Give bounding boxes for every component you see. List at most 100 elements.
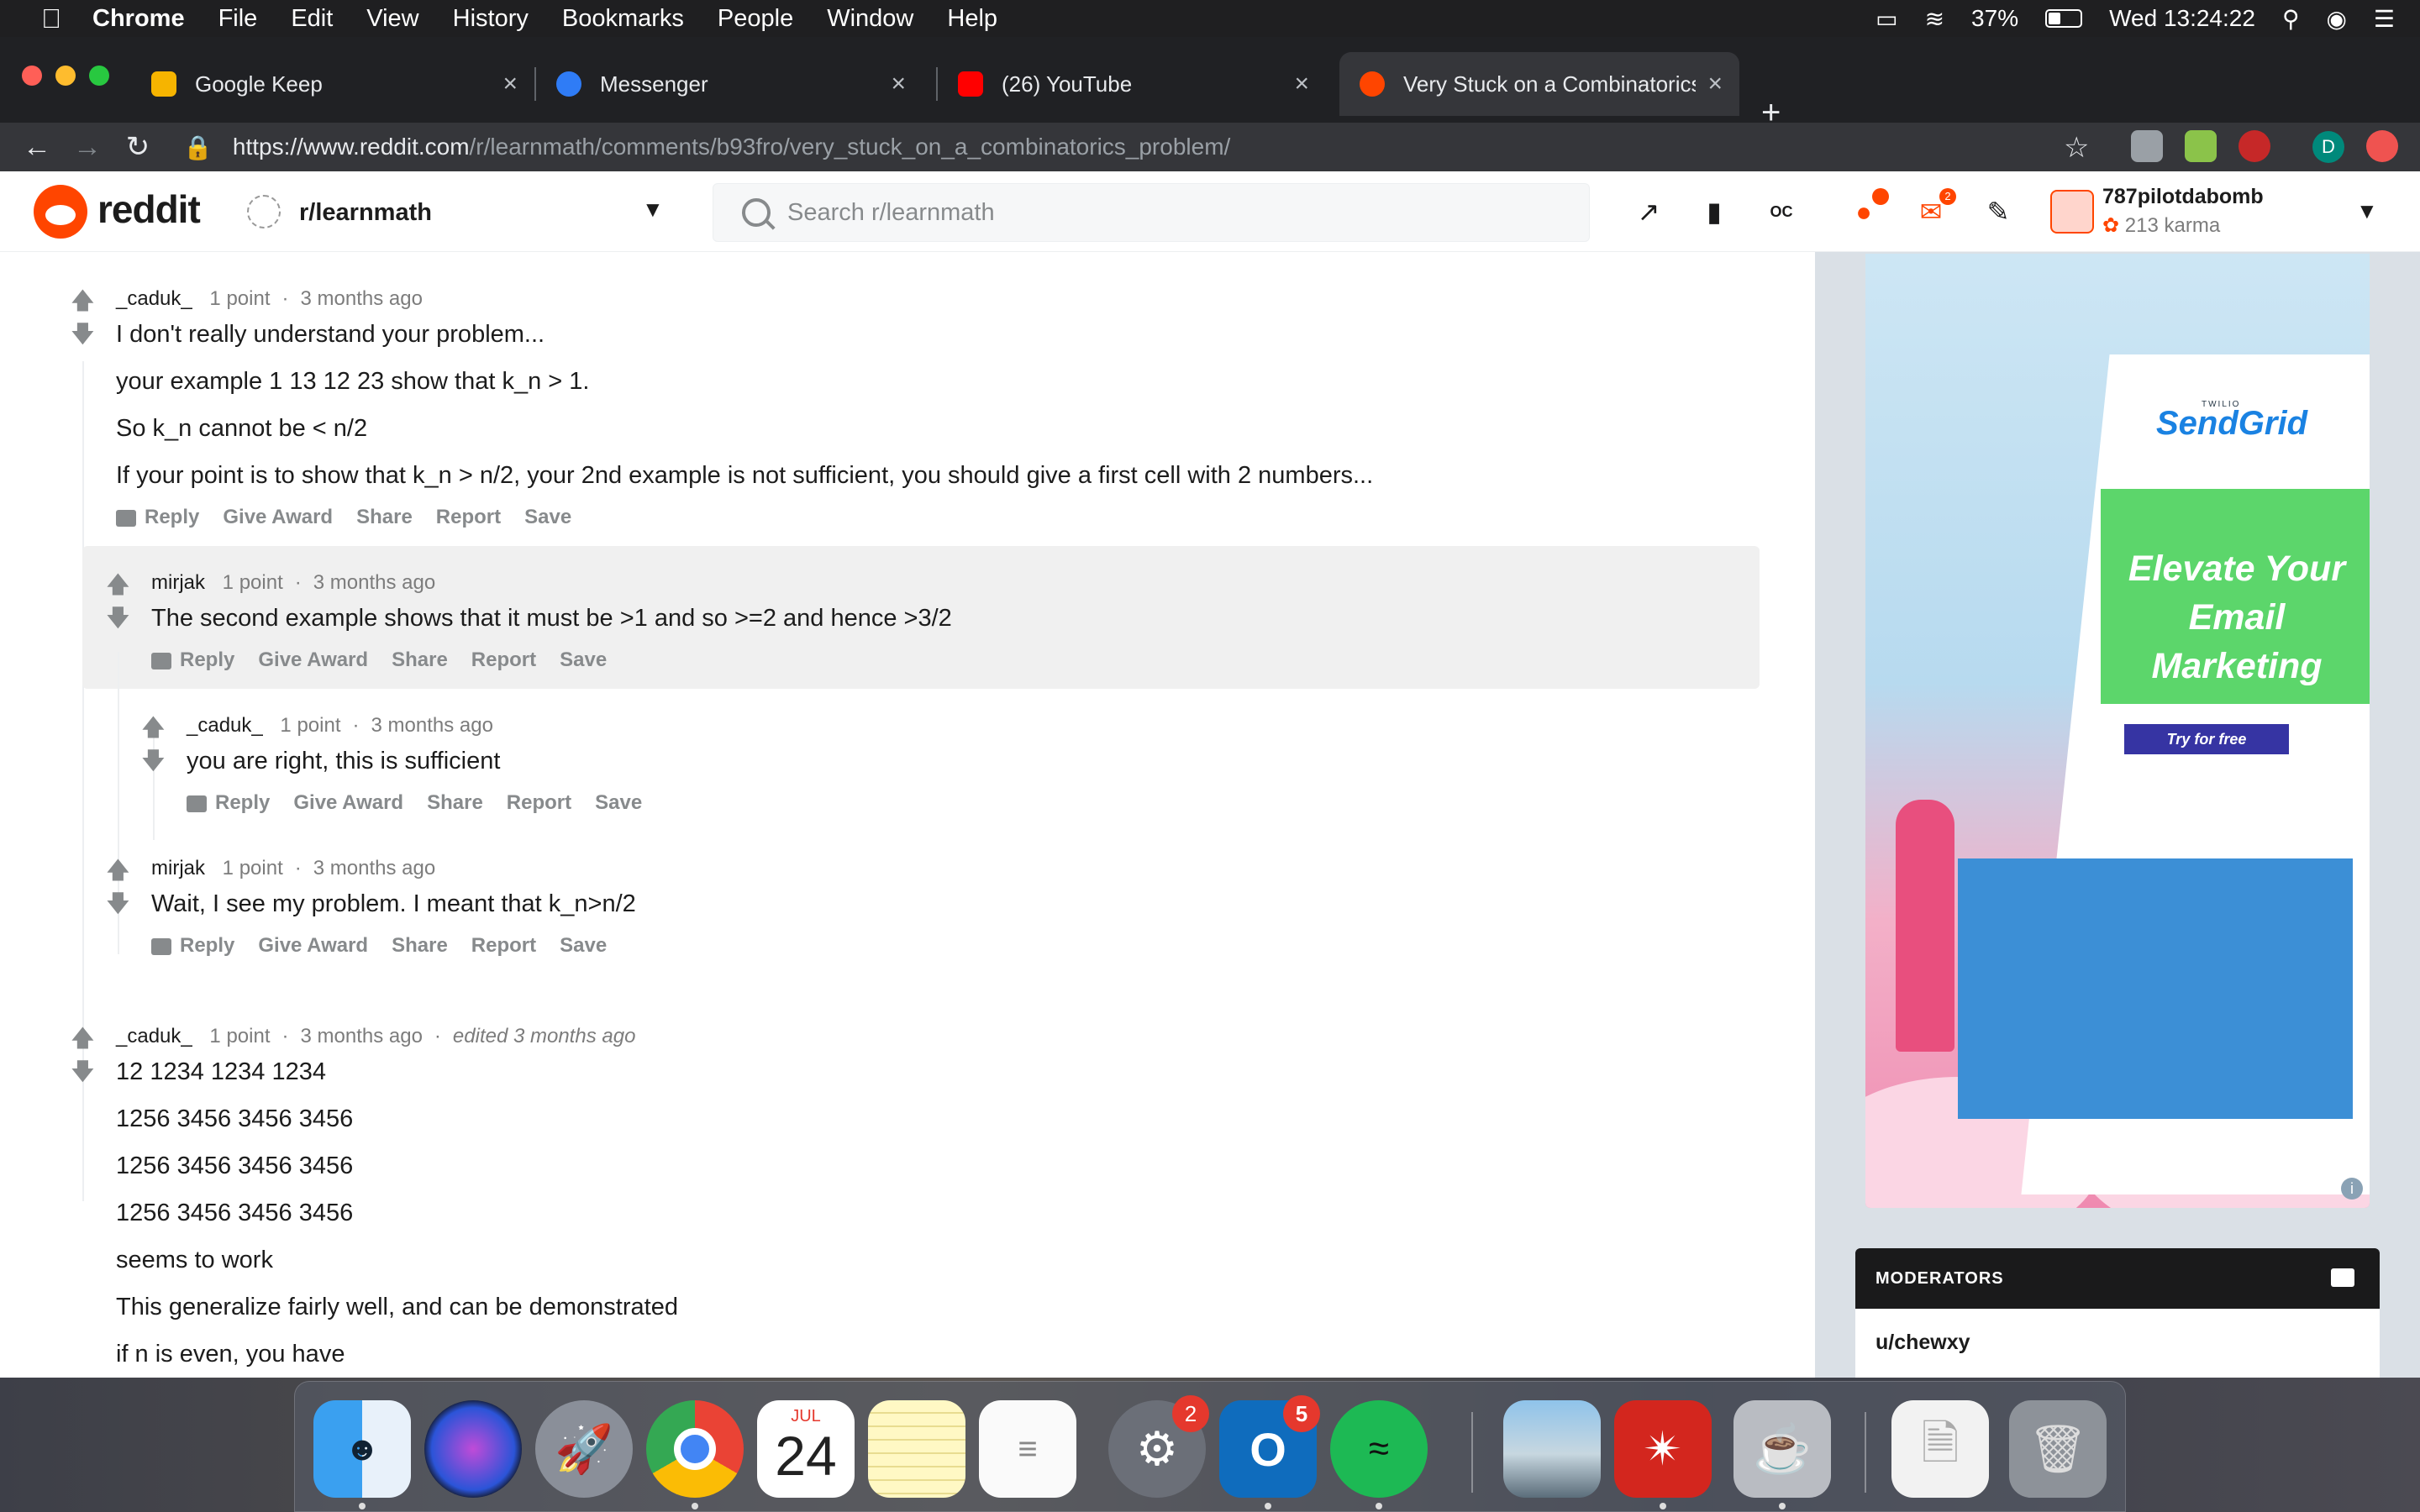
finder-icon[interactable]: ☻	[313, 1400, 411, 1498]
lock-icon[interactable]: 🔒	[183, 134, 213, 161]
tab-google-keep[interactable]: Google Keep ×	[131, 52, 534, 116]
siri-icon[interactable]	[424, 1400, 522, 1498]
menu-file[interactable]: File	[218, 5, 258, 33]
comment-author[interactable]: _caduk_	[116, 287, 192, 310]
menu-edit[interactable]: Edit	[291, 5, 333, 33]
wifi-icon[interactable]: ≋	[1925, 5, 1944, 33]
menu-view[interactable]: View	[366, 5, 418, 33]
profile-avatar-icon[interactable]: D	[2312, 131, 2344, 163]
leaderboard-icon[interactable]: ▮	[1696, 193, 1733, 230]
share-button[interactable]: Share	[392, 648, 448, 672]
chrome-icon[interactable]	[646, 1400, 744, 1498]
report-button[interactable]: Report	[436, 506, 501, 529]
reddit-logo-icon[interactable]	[34, 185, 87, 239]
window-minimize-button[interactable]	[55, 66, 76, 86]
chevron-down-icon[interactable]: ▼	[642, 197, 664, 223]
reply-button[interactable]: Reply	[151, 934, 234, 958]
downvote-arrow-icon[interactable]: 🡇	[106, 892, 130, 916]
give-award-button[interactable]: Give Award	[258, 648, 368, 672]
forward-arrow-icon[interactable]: →	[62, 131, 113, 164]
tab-messenger[interactable]: Messenger ×	[536, 52, 923, 116]
tab-reddit-active[interactable]: Very Stuck on a Combinatorics ×	[1339, 52, 1739, 116]
create-post-pencil-icon[interactable]: ✎	[1980, 193, 2017, 230]
message-mods-mail-icon[interactable]	[2331, 1268, 2354, 1287]
comment-time[interactable]: 3 months ago	[300, 287, 422, 310]
battery-icon[interactable]	[2045, 9, 2083, 28]
preview-photos-icon[interactable]	[1503, 1400, 1601, 1498]
share-button[interactable]: Share	[427, 791, 483, 815]
give-award-button[interactable]: Give Award	[258, 934, 368, 958]
sidebar-advertisement[interactable]: TWILIO SendGrid Elevate Your Email Marke…	[1865, 254, 2370, 1208]
menu-app-chrome[interactable]: Chrome	[92, 5, 185, 33]
notes-icon[interactable]	[868, 1400, 965, 1498]
comment-author[interactable]: mirjak	[151, 857, 205, 879]
trash-icon[interactable]: 🗑	[2009, 1400, 2107, 1498]
reply-button[interactable]: Reply	[116, 506, 199, 529]
airplay-icon[interactable]: ▭	[1876, 5, 1897, 33]
address-bar[interactable]: 🔒 https://www.reddit.com/r/learnmath/com…	[183, 123, 1230, 171]
java-icon[interactable]: ☕	[1733, 1400, 1831, 1498]
avatar[interactable]	[2050, 190, 2094, 234]
tab-close-icon[interactable]: ×	[1294, 70, 1309, 98]
menu-history[interactable]: History	[453, 5, 529, 33]
search-input[interactable]: Search r/learnmath	[713, 183, 1590, 242]
save-button[interactable]: Save	[524, 506, 571, 529]
share-button[interactable]: Share	[392, 934, 448, 958]
report-button[interactable]: Report	[471, 934, 536, 958]
mathematica-icon[interactable]: ✴	[1614, 1400, 1712, 1498]
spotlight-search-icon[interactable]: ⚲	[2282, 5, 2300, 33]
reddit-wordmark[interactable]: reddit	[97, 186, 201, 232]
moderator-link[interactable]: u/chewxy	[1876, 1331, 1970, 1355]
extension-icon[interactable]	[2131, 130, 2163, 162]
downvote-arrow-icon[interactable]: 🡇	[71, 323, 95, 346]
documents-folder-icon[interactable]: 🗎	[1891, 1400, 1989, 1498]
downvote-arrow-icon[interactable]: 🡇	[71, 1060, 95, 1084]
comment-time[interactable]: 3 months ago	[313, 571, 435, 594]
window-zoom-button[interactable]	[89, 66, 109, 86]
upvote-arrow-icon[interactable]: 🡅	[71, 289, 95, 312]
trending-icon[interactable]: ↗	[1630, 193, 1667, 230]
comment-time[interactable]: 3 months ago	[313, 857, 435, 879]
outlook-icon[interactable]: O5	[1219, 1395, 1320, 1498]
save-button[interactable]: Save	[595, 791, 642, 815]
reply-button[interactable]: Reply	[151, 648, 234, 672]
downvote-arrow-icon[interactable]: 🡇	[106, 606, 130, 630]
menu-help[interactable]: Help	[947, 5, 997, 33]
comment-author[interactable]: _caduk_	[187, 714, 263, 737]
tab-close-icon[interactable]: ×	[1707, 70, 1723, 98]
username[interactable]: 787pilotdabomb	[2102, 185, 2264, 209]
save-button[interactable]: Save	[560, 648, 607, 672]
launchpad-rocket-icon[interactable]: 🚀	[535, 1400, 633, 1498]
tab-close-icon[interactable]: ×	[502, 70, 518, 98]
extension-icon[interactable]	[2366, 130, 2398, 162]
user-menu-chevron-icon[interactable]: ▼	[2356, 198, 2378, 224]
apple-menu-icon[interactable]: 	[32, 3, 71, 34]
spotify-icon[interactable]: ≈	[1330, 1400, 1428, 1498]
chat-icon[interactable]: ●	[1845, 188, 1889, 230]
tab-youtube[interactable]: (26) YouTube ×	[938, 52, 1326, 116]
bookmark-star-icon[interactable]: ☆	[2064, 131, 2089, 165]
subreddit-name[interactable]: r/learnmath	[299, 199, 432, 227]
oc-icon[interactable]: OC	[1763, 193, 1800, 230]
reload-icon[interactable]: ↻	[113, 130, 163, 164]
upvote-arrow-icon[interactable]: 🡅	[106, 573, 130, 596]
ad-info-icon[interactable]: i	[2341, 1178, 2363, 1200]
reply-button[interactable]: Reply	[187, 791, 270, 815]
downvote-arrow-icon[interactable]: 🡇	[141, 749, 166, 773]
adblock-extension-icon[interactable]	[2238, 130, 2270, 162]
report-button[interactable]: Report	[471, 648, 536, 672]
extension-icon[interactable]	[2185, 130, 2217, 162]
share-button[interactable]: Share	[356, 506, 413, 529]
comment-author[interactable]: mirjak	[151, 571, 205, 594]
reminders-icon[interactable]: ≡	[979, 1400, 1076, 1498]
ad-try-free-button[interactable]: Try for free	[2124, 724, 2289, 754]
comment-time[interactable]: 3 months ago	[300, 1025, 422, 1047]
system-preferences-gear-icon[interactable]: ⚙ 2	[1108, 1395, 1209, 1498]
menu-people[interactable]: People	[718, 5, 793, 33]
menu-window[interactable]: Window	[827, 5, 913, 33]
siri-icon[interactable]: ◉	[2326, 5, 2346, 33]
window-close-button[interactable]	[22, 66, 42, 86]
comment-author[interactable]: _caduk_	[116, 1025, 192, 1047]
upvote-arrow-icon[interactable]: 🡅	[141, 716, 166, 739]
upvote-arrow-icon[interactable]: 🡅	[106, 858, 130, 882]
